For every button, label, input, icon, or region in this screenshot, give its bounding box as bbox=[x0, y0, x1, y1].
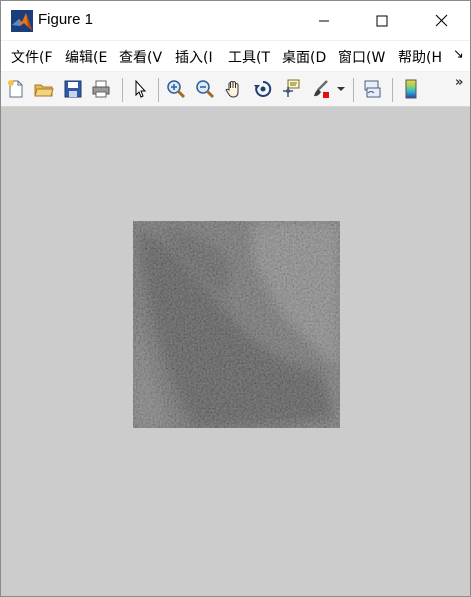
menu-bar: 文件(F 编辑(E 查看(V 插入(I 工具(T 桌面(D 窗口(W 帮助(H … bbox=[1, 41, 470, 71]
displayed-image[interactable] bbox=[133, 221, 340, 428]
menu-view[interactable]: 查看(V bbox=[119, 47, 162, 67]
menu-insert[interactable]: 插入(I bbox=[175, 47, 213, 67]
menu-tools[interactable]: 工具(T bbox=[228, 47, 270, 67]
save-icon[interactable] bbox=[61, 77, 85, 101]
maximize-button[interactable] bbox=[353, 1, 411, 40]
print-icon[interactable] bbox=[89, 77, 113, 101]
menu-overflow-icon[interactable]: ↘ bbox=[453, 47, 464, 62]
matlab-icon bbox=[11, 10, 33, 32]
menu-edit[interactable]: 编辑(E bbox=[65, 47, 107, 67]
figure-toolbar: » bbox=[1, 72, 470, 107]
window-title: Figure 1 bbox=[38, 11, 94, 28]
rotate-3d-icon[interactable] bbox=[251, 77, 275, 101]
toolbar-separator bbox=[122, 78, 123, 102]
close-icon bbox=[435, 14, 447, 27]
menu-desktop[interactable]: 桌面(D bbox=[282, 47, 326, 67]
new-figure-icon[interactable] bbox=[4, 77, 28, 101]
toolbar-overflow-icon[interactable]: » bbox=[455, 75, 463, 90]
colorbar-icon[interactable] bbox=[399, 77, 423, 101]
minimize-icon bbox=[319, 20, 329, 21]
figure-canvas[interactable] bbox=[1, 107, 470, 596]
zoom-in-icon[interactable] bbox=[164, 77, 188, 101]
brush-icon[interactable] bbox=[309, 77, 333, 101]
link-plot-icon[interactable] bbox=[360, 77, 384, 101]
toolbar-separator bbox=[392, 78, 393, 102]
open-file-icon[interactable] bbox=[32, 77, 56, 101]
minimize-button[interactable] bbox=[295, 1, 353, 40]
zoom-out-icon[interactable] bbox=[193, 77, 217, 101]
toolbar-separator bbox=[158, 78, 159, 102]
close-button[interactable] bbox=[412, 1, 470, 40]
menu-window[interactable]: 窗口(W bbox=[338, 47, 385, 67]
maximize-icon bbox=[376, 15, 388, 26]
title-bar[interactable]: Figure 1 bbox=[1, 1, 470, 40]
figure-window: Figure 1 文件(F 编辑(E 查看(V 插入(I 工具(T 桌面(D 窗… bbox=[0, 0, 471, 597]
menu-file[interactable]: 文件(F bbox=[11, 47, 53, 67]
data-cursor-icon[interactable] bbox=[279, 77, 303, 101]
pan-hand-icon[interactable] bbox=[222, 77, 246, 101]
toolbar-separator bbox=[353, 78, 354, 102]
brush-dropdown-icon[interactable] bbox=[334, 77, 348, 101]
pointer-icon[interactable] bbox=[128, 77, 152, 101]
menu-help[interactable]: 帮助(H bbox=[398, 47, 442, 67]
